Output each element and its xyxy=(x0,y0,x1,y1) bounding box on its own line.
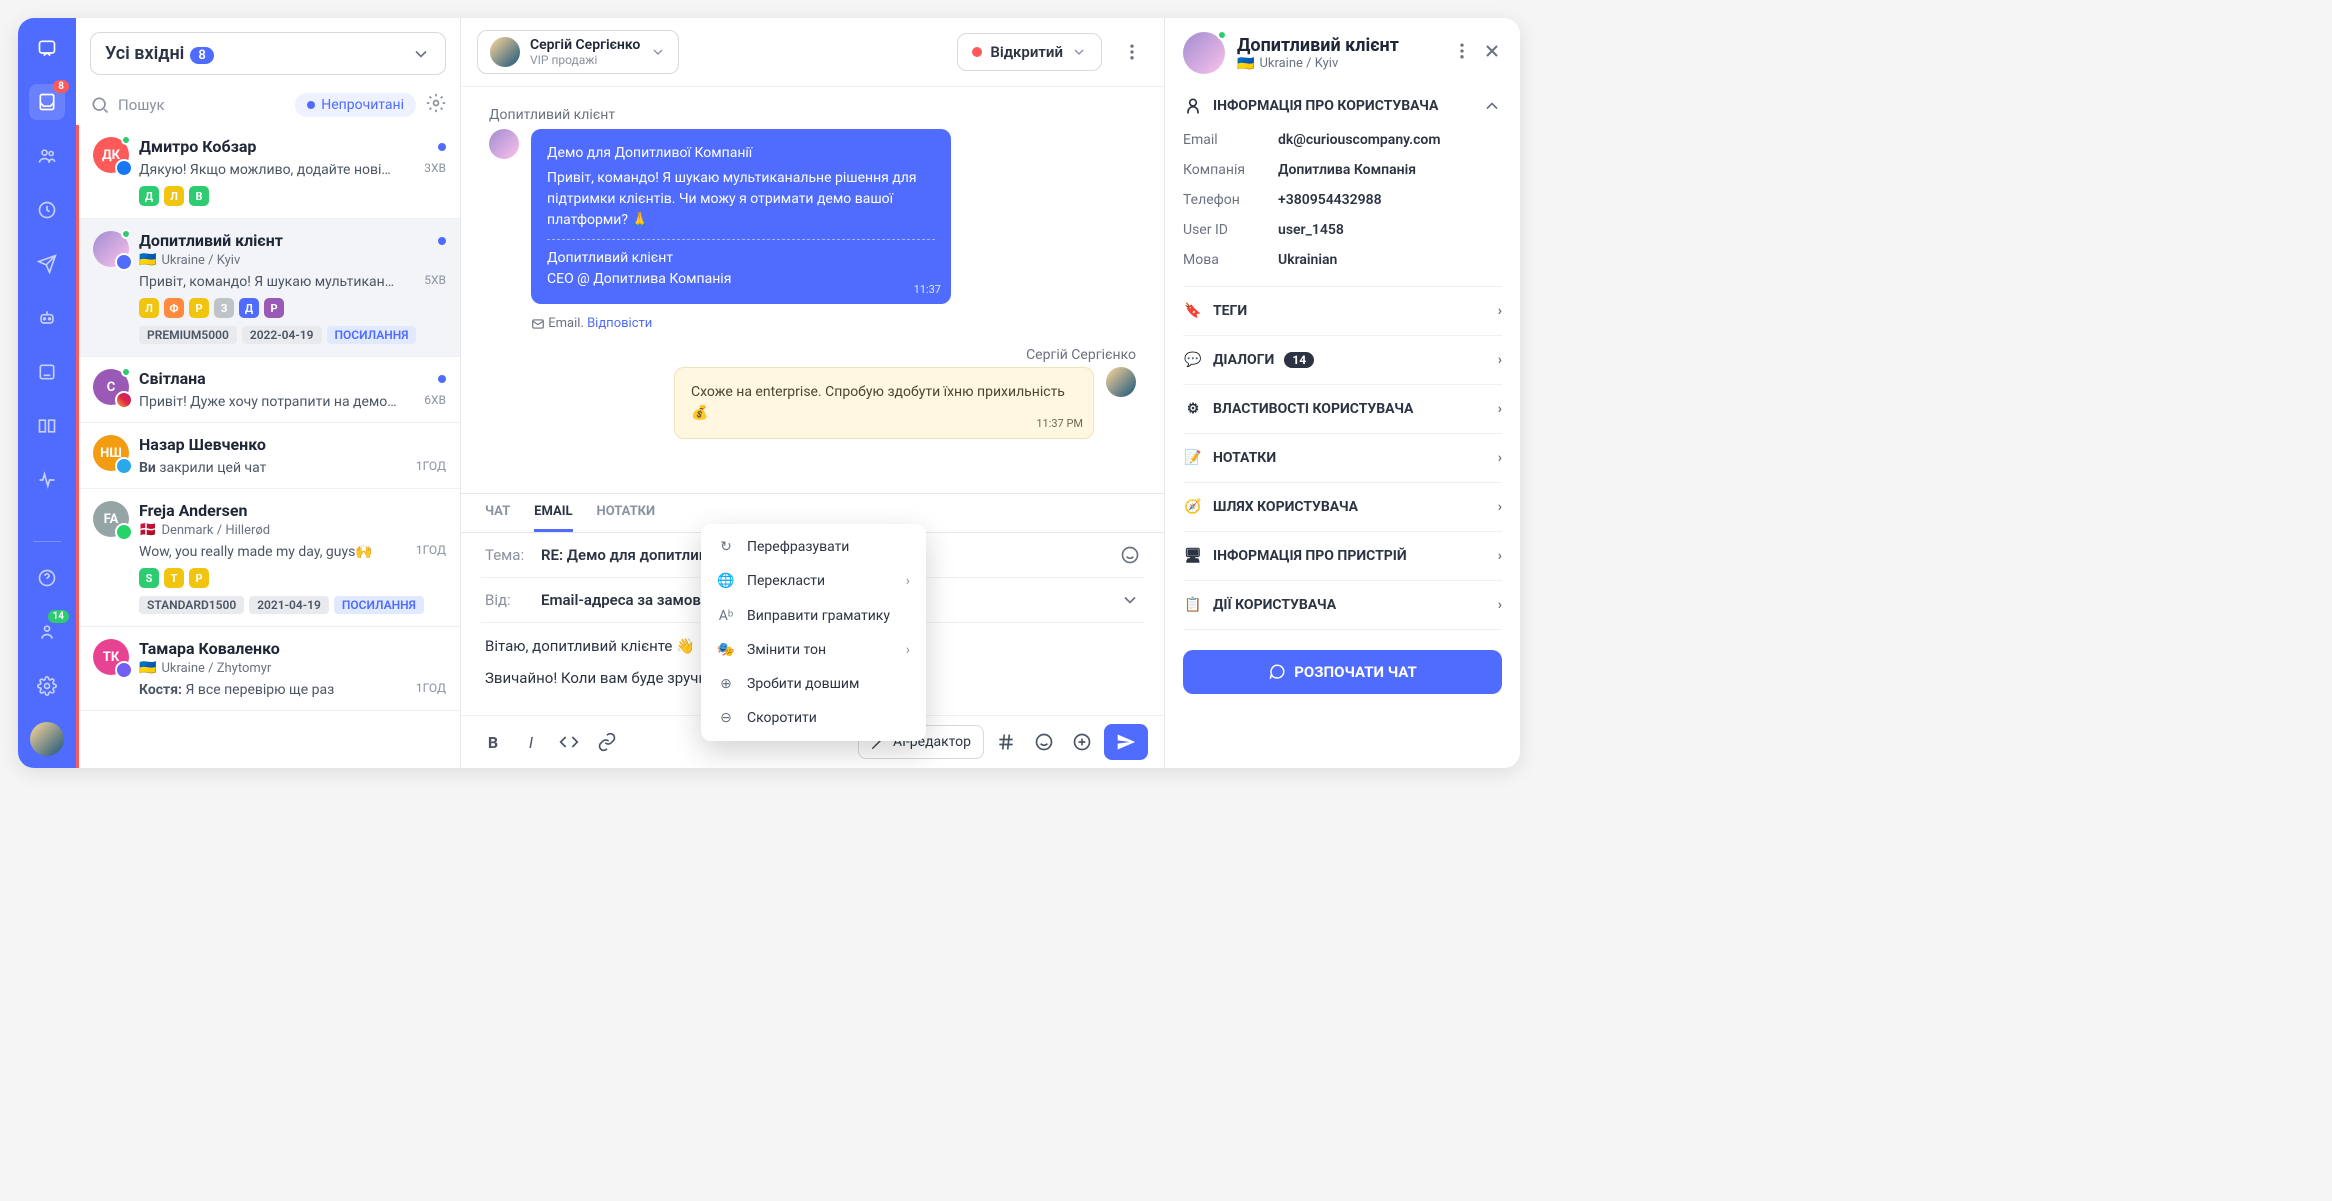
nav-bot[interactable] xyxy=(29,300,65,336)
tab-notes[interactable]: НОТАТКИ xyxy=(597,504,656,532)
chevron-down-icon xyxy=(411,44,431,64)
details-more-icon[interactable] xyxy=(1452,41,1472,65)
status-dot xyxy=(972,47,982,57)
code-icon[interactable] xyxy=(553,726,585,758)
detail-section[interactable]: 📋 ДІЇ КОРИСТУВАЧА › xyxy=(1183,585,1502,625)
details-column: Допитливий клієнт 🇺🇦Ukraine / Kyiv ІНФОР… xyxy=(1165,18,1520,768)
chat-column: Сергій Сергієнко VIP продажі Відкритий Д… xyxy=(461,18,1165,768)
ai-menu-item[interactable]: ⊕Зробити довшим xyxy=(701,667,926,701)
tab-email[interactable]: EMAIL xyxy=(534,504,572,532)
send-button[interactable] xyxy=(1104,724,1148,760)
nav-help[interactable] xyxy=(29,560,65,596)
add-icon[interactable] xyxy=(1066,726,1098,758)
nav-team[interactable]: 14 xyxy=(29,614,65,650)
nav-contacts[interactable] xyxy=(29,138,65,174)
hash-icon[interactable] xyxy=(990,726,1022,758)
conversation-list: ДК Дмитро Кобзар Дякую! Якщо можливо, до… xyxy=(76,125,460,768)
nav-logo[interactable] xyxy=(29,30,65,66)
conversation-item[interactable]: С Світлана Привіт! Дуже хочу потрапити н… xyxy=(79,357,460,423)
composer: ЧАТ EMAIL НОТАТКИ Тема: RE: Демо для доп… xyxy=(461,493,1164,768)
message-bubble-in: Демо для Допитливої Компанії Привіт, ком… xyxy=(531,129,951,304)
emoji-icon[interactable] xyxy=(1028,726,1060,758)
ai-menu: ↻Перефразувати🌐Перекласти›AᵇВиправити гр… xyxy=(701,524,926,741)
nav-rail: 8 14 xyxy=(18,18,76,768)
user-icon xyxy=(1183,96,1203,116)
detail-section[interactable]: 📝 НОТАТКИ › xyxy=(1183,438,1502,478)
inbox-badge: 8 xyxy=(53,80,69,93)
nav-activity[interactable] xyxy=(29,462,65,498)
filter-unread[interactable]: Непрочитані xyxy=(295,93,416,117)
detail-section[interactable]: 🖥 ІНФОРМАЦІЯ ПРО ПРИСТРІЙ › xyxy=(1183,536,1502,576)
emoji-icon[interactable] xyxy=(1120,545,1140,565)
nav-inbox[interactable]: 8 xyxy=(29,84,65,120)
ai-menu-item[interactable]: 🌐Перекласти› xyxy=(701,564,926,598)
ai-menu-item[interactable]: ↻Перефразувати xyxy=(701,530,926,564)
chat-icon xyxy=(1268,662,1286,682)
email-reply-link[interactable]: Відповісти xyxy=(587,316,652,331)
detail-section[interactable]: 🧭 ШЛЯХ КОРИСТУВАЧА › xyxy=(1183,487,1502,527)
ai-menu-item[interactable]: AᵇВиправити граматику xyxy=(701,598,926,633)
nav-history[interactable] xyxy=(29,192,65,228)
inbox-label: Усі вхідні xyxy=(105,43,184,64)
contact-name: Допитливий клієнт xyxy=(1237,35,1399,56)
status-selector[interactable]: Відкритий xyxy=(957,33,1102,71)
assignee-avatar xyxy=(490,37,520,67)
app: 8 14 Усі вхідні 8 Пошук xyxy=(18,18,1520,768)
contact-location: 🇺🇦Ukraine / Kyiv xyxy=(1237,56,1399,72)
message-avatar xyxy=(1106,367,1136,397)
message-avatar xyxy=(489,129,519,159)
list-settings-icon[interactable] xyxy=(426,93,446,117)
conversation-item[interactable]: Допитливий клієнт 🇺🇦Ukraine / Kyiv Приві… xyxy=(79,219,460,357)
tab-chat[interactable]: ЧАТ xyxy=(485,504,510,532)
ai-menu-item[interactable]: 🎭Змінити тон› xyxy=(701,633,926,667)
ai-menu-item[interactable]: ⊖Скоротити xyxy=(701,701,926,735)
bold-icon[interactable]: B xyxy=(477,726,509,758)
message-bubble-note: Схоже на enterprise. Спробую здобути їхн… xyxy=(674,367,1094,439)
nav-settings[interactable] xyxy=(29,668,65,704)
chat-more-icon[interactable] xyxy=(1116,36,1148,68)
team-badge: 14 xyxy=(48,610,69,623)
chevron-down-icon xyxy=(1120,590,1140,610)
detail-section[interactable]: 💬 ДІАЛОГИ 14 › xyxy=(1183,340,1502,380)
start-chat-button[interactable]: РОЗПОЧАТИ ЧАТ xyxy=(1183,650,1502,694)
search-icon xyxy=(90,95,110,115)
close-icon[interactable] xyxy=(1482,41,1502,65)
conversation-item[interactable]: ТК Тамара Коваленко 🇺🇦Ukraine / Zhytomyr… xyxy=(79,627,460,711)
chat-body: Допитливий клієнт Демо для Допитливої Ко… xyxy=(461,87,1164,493)
email-meta: Email. Відповісти xyxy=(531,316,1136,331)
sender-label-out: Сергій Сергієнко xyxy=(489,347,1136,363)
nav-avatar[interactable] xyxy=(30,722,64,756)
user-info-grid: Emaildk@curiouscompany.comКомпаніяДопитл… xyxy=(1183,128,1502,282)
nav-kb[interactable] xyxy=(29,408,65,444)
chat-header: Сергій Сергієнко VIP продажі Відкритий xyxy=(461,18,1164,87)
sender-label: Допитливий клієнт xyxy=(489,107,1136,123)
nav-widget[interactable] xyxy=(29,354,65,390)
conversation-item[interactable]: ДК Дмитро Кобзар Дякую! Якщо можливо, до… xyxy=(79,125,460,219)
italic-icon[interactable]: I xyxy=(515,726,547,758)
conversation-item[interactable]: FA Freja Andersen 🇩🇰Denmark / Hillerød W… xyxy=(79,489,460,627)
search-input[interactable]: Пошук xyxy=(90,95,285,115)
conversation-column: Усі вхідні 8 Пошук Непрочитані ДК Дмитро … xyxy=(76,18,461,768)
chevron-down-icon xyxy=(1071,42,1087,62)
detail-section[interactable]: ⚙ ВЛАСТИВОСТІ КОРИСТУВАЧА › xyxy=(1183,389,1502,429)
detail-section[interactable]: 🔖 ТЕГИ › xyxy=(1183,291,1502,331)
chevron-up-icon xyxy=(1482,96,1502,116)
link-icon[interactable] xyxy=(591,726,623,758)
chevron-down-icon xyxy=(650,42,666,62)
section-user-info[interactable]: ІНФОРМАЦІЯ ПРО КОРИСТУВАЧА xyxy=(1183,84,1502,128)
assignee-selector[interactable]: Сергій Сергієнко VIP продажі xyxy=(477,30,679,74)
nav-send[interactable] xyxy=(29,246,65,282)
inbox-selector[interactable]: Усі вхідні 8 xyxy=(90,32,446,75)
inbox-count: 8 xyxy=(190,47,213,64)
conversation-item[interactable]: НШ Назар Шевченко Ви закрили цей чат1ГОД xyxy=(79,423,460,489)
contact-avatar xyxy=(1183,32,1225,74)
